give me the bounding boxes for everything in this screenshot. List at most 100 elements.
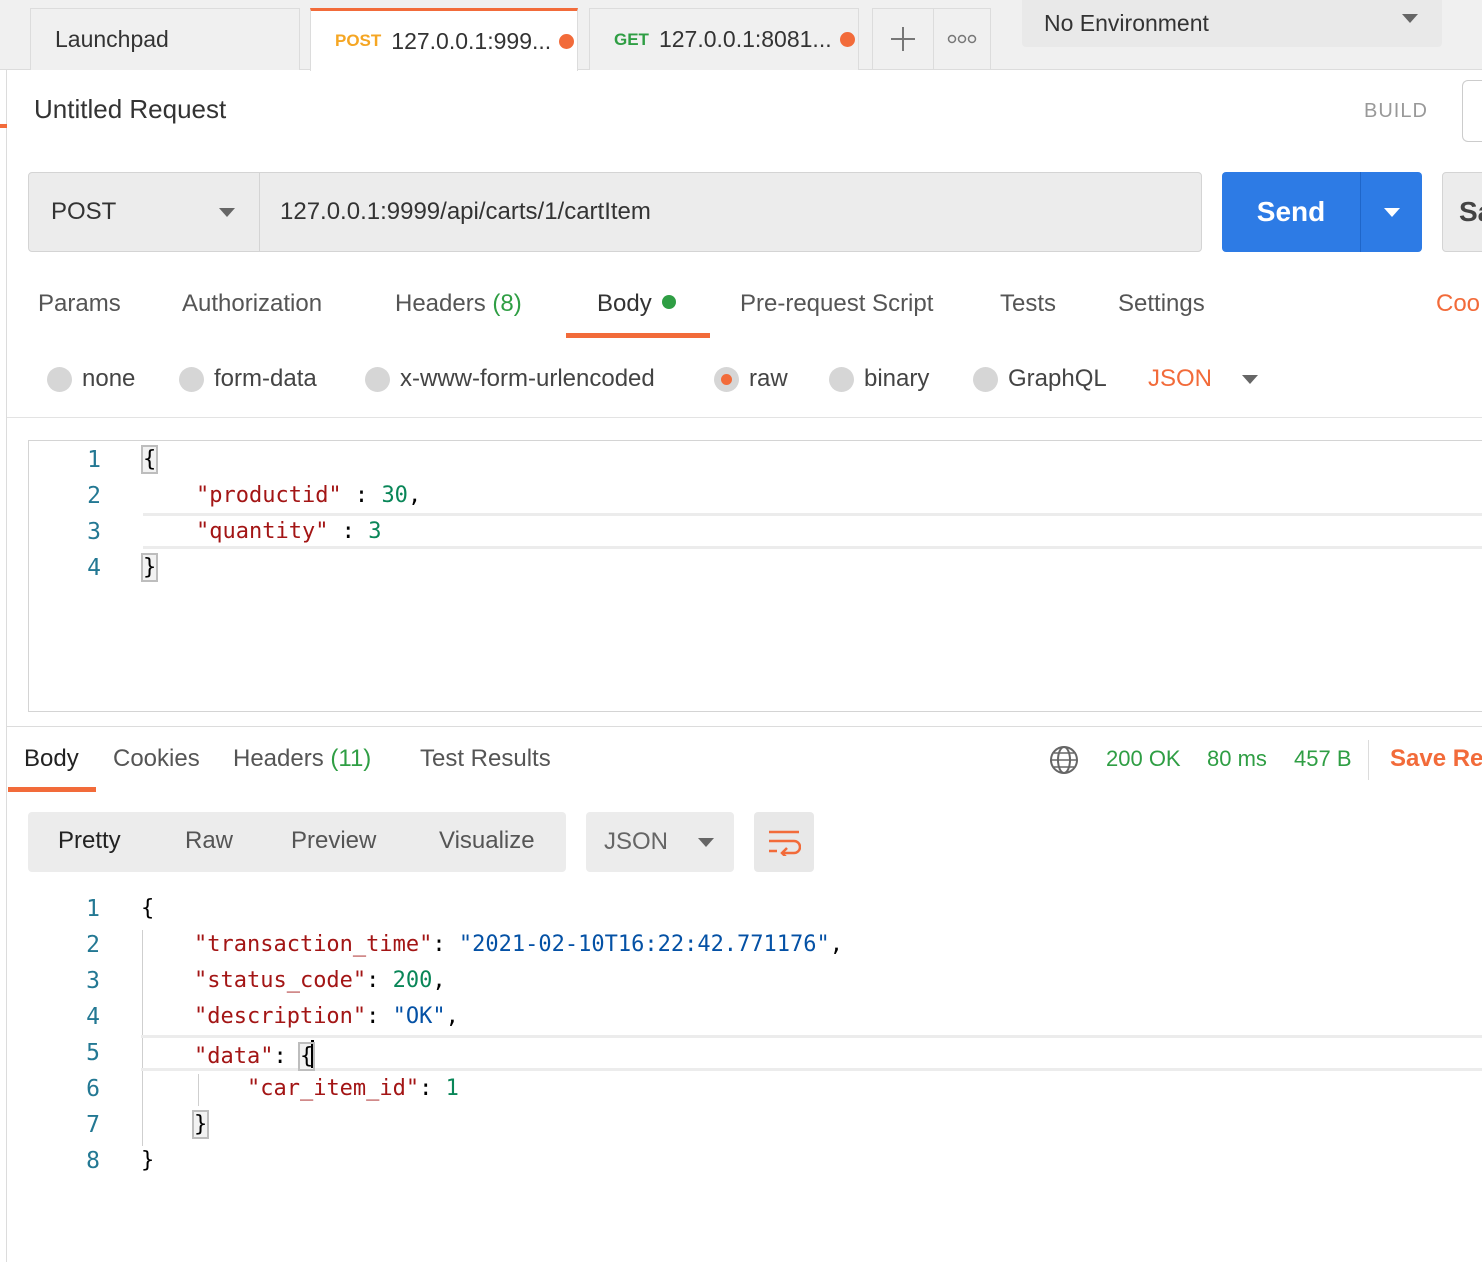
tab-label: 127.0.0.1:999... xyxy=(391,27,552,54)
code-token: : xyxy=(341,483,382,508)
response-time[interactable]: 80 ms xyxy=(1207,746,1267,772)
environment-select[interactable]: No Environment xyxy=(1022,0,1442,47)
tab-authorization[interactable]: Authorization xyxy=(182,290,322,318)
body-set-dot-icon xyxy=(661,295,676,309)
more-tabs-button[interactable] xyxy=(933,8,991,70)
response-tab-body[interactable]: Body xyxy=(24,745,79,773)
code-token: 3 xyxy=(368,519,382,544)
body-format-select[interactable]: JSON xyxy=(1148,365,1259,393)
radio-circle-icon xyxy=(829,366,854,392)
save-button[interactable]: Sa xyxy=(1442,172,1482,252)
code-token: 30 xyxy=(381,483,408,508)
line-number: 5 xyxy=(86,1040,100,1066)
response-body-viewer[interactable]: 1 2 3 4 5 6 7 8 { "transaction_time": "2… xyxy=(0,890,1482,1262)
tab-tests[interactable]: Tests xyxy=(1000,290,1056,318)
line-number: 3 xyxy=(87,519,101,545)
code-token: , xyxy=(445,1004,459,1029)
line-number: 7 xyxy=(86,1112,100,1138)
code-token: "quantity" xyxy=(195,519,329,544)
text-cursor xyxy=(311,1040,315,1068)
code-token: , xyxy=(829,932,844,957)
code-token: { xyxy=(140,445,159,474)
method-select[interactable]: POST xyxy=(28,172,260,252)
line-number: 1 xyxy=(87,447,101,473)
radio-circle-icon xyxy=(973,366,998,392)
wrap-lines-icon xyxy=(769,830,801,856)
new-tab-button[interactable] xyxy=(872,8,934,70)
headers-count: (11) xyxy=(330,745,372,772)
view-raw-button[interactable]: Raw xyxy=(185,827,233,855)
code-token: : xyxy=(366,1004,393,1029)
pane-divider[interactable] xyxy=(7,726,1482,727)
code-line: } xyxy=(140,553,159,582)
sidebar-marker xyxy=(0,124,7,128)
format-label: JSON xyxy=(1148,365,1213,392)
line-number: 3 xyxy=(86,968,100,994)
radio-label: x-www-form-urlencoded xyxy=(400,365,655,392)
code-token: , xyxy=(407,483,422,508)
code-token: { xyxy=(141,896,155,921)
radio-graphql[interactable]: GraphQL xyxy=(973,365,1107,393)
line-number: 4 xyxy=(86,1004,100,1030)
caret-down-icon xyxy=(219,208,235,217)
caret-down-icon xyxy=(698,837,715,847)
response-tab-cookies[interactable]: Cookies xyxy=(113,745,200,773)
code-token: : xyxy=(366,968,393,993)
send-button[interactable]: Send xyxy=(1222,172,1422,252)
view-visualize-button[interactable]: Visualize xyxy=(439,827,535,855)
response-tab-headers[interactable]: Headers (11) xyxy=(233,745,371,773)
tab-method: POST xyxy=(335,31,382,50)
radio-none[interactable]: none xyxy=(47,365,135,393)
build-mode-label[interactable]: BUILD xyxy=(1364,100,1428,123)
radio-binary[interactable]: binary xyxy=(829,365,929,393)
tab-post-request[interactable]: POST 127.0.0.1:999... xyxy=(310,8,578,71)
response-tab-test-results[interactable]: Test Results xyxy=(420,745,551,773)
code-token: } xyxy=(191,1110,210,1139)
request-title[interactable]: Untitled Request xyxy=(34,94,226,125)
wrap-lines-button[interactable] xyxy=(754,812,814,872)
code-token: : xyxy=(273,1044,300,1069)
tab-params[interactable]: Params xyxy=(38,290,121,318)
radio-selected-icon xyxy=(714,366,739,392)
tab-body[interactable]: Body xyxy=(597,290,676,318)
plus-icon xyxy=(891,27,915,51)
status-code[interactable]: 200 OK xyxy=(1106,746,1181,772)
cookies-link[interactable]: Coo xyxy=(1436,290,1480,318)
environment-label: No Environment xyxy=(1044,10,1209,36)
response-size[interactable]: 457 B xyxy=(1294,746,1352,772)
view-preview-button[interactable]: Preview xyxy=(291,827,376,855)
tab-settings[interactable]: Settings xyxy=(1118,290,1205,318)
view-pretty-button[interactable]: Pretty xyxy=(58,827,121,855)
save-response-button[interactable]: Save Re xyxy=(1390,745,1482,773)
tab-prerequest-script[interactable]: Pre-request Script xyxy=(740,290,933,318)
url-input[interactable] xyxy=(259,172,1202,252)
radio-label: binary xyxy=(864,365,930,392)
request-body-editor[interactable]: 1 2 3 4 { "productid" : 30, "quantity" :… xyxy=(28,440,1482,712)
globe-icon[interactable] xyxy=(1049,745,1079,775)
code-token: : xyxy=(419,1076,446,1101)
radio-label: raw xyxy=(749,365,788,392)
code-token: "description" xyxy=(193,1004,367,1029)
line-number: 6 xyxy=(86,1076,100,1102)
radio-raw[interactable]: raw xyxy=(714,365,788,393)
radio-urlencoded[interactable]: x-www-form-urlencoded xyxy=(365,365,655,393)
radio-form-data[interactable]: form-data xyxy=(179,365,317,393)
tab-headers-label: Headers xyxy=(395,290,486,317)
tab-label: Headers xyxy=(233,745,324,772)
response-format-select[interactable]: JSON xyxy=(586,812,734,872)
format-label: JSON xyxy=(604,828,669,855)
tab-launchpad[interactable]: Launchpad xyxy=(30,8,300,70)
code-token: "car_item_id" xyxy=(246,1076,420,1101)
code-token: : xyxy=(432,932,459,957)
tab-get-request[interactable]: GET 127.0.0.1:8081... xyxy=(589,8,859,70)
code-line: "productid" : 30, xyxy=(143,483,421,508)
line-number: 2 xyxy=(86,932,100,958)
tab-label: 127.0.0.1:8081... xyxy=(658,26,832,52)
mode-toggle[interactable] xyxy=(1462,80,1482,142)
code-line: } xyxy=(141,1148,154,1173)
line-number: 4 xyxy=(87,555,101,581)
send-options-button[interactable] xyxy=(1361,207,1422,217)
tab-headers[interactable]: Headers (8) xyxy=(395,290,522,318)
code-line: { xyxy=(141,896,154,921)
active-tab-indicator xyxy=(566,333,710,338)
